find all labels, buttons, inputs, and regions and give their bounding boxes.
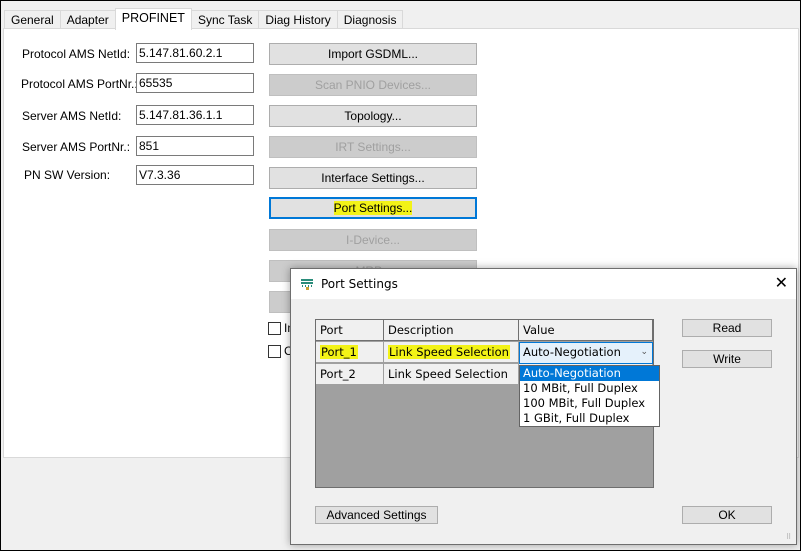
link-speed-dropdown: Auto-Negotiation 10 MBit, Full Duplex 10… bbox=[519, 365, 660, 427]
table-row-port-cell[interactable]: Port_1 bbox=[316, 342, 384, 363]
window-frame: General Adapter PROFINET Sync Task Diag … bbox=[0, 0, 801, 551]
resize-grip-icon[interactable]: ⠿ bbox=[786, 534, 794, 542]
import-gsdml-button[interactable]: Import GSDML... bbox=[269, 43, 477, 65]
tab-general[interactable]: General bbox=[4, 10, 61, 29]
ok-button[interactable]: OK bbox=[682, 506, 772, 524]
port-settings-label: Port Settings... bbox=[333, 201, 413, 215]
tab-profinet[interactable]: PROFINET bbox=[114, 8, 192, 30]
option-auto-negotiation[interactable]: Auto-Negotiation bbox=[520, 366, 659, 381]
write-button[interactable]: Write bbox=[682, 350, 772, 368]
pn-sw-version-field: V7.3.36 bbox=[136, 165, 254, 185]
advanced-settings-button[interactable]: Advanced Settings bbox=[315, 506, 438, 524]
table-row-port-cell[interactable]: Port_2 bbox=[316, 364, 384, 385]
pn-sw-version-label: PN SW Version: bbox=[24, 168, 111, 182]
port-1-label: Port_1 bbox=[320, 345, 358, 359]
port-settings-button[interactable]: Port Settings... bbox=[269, 197, 477, 219]
chevron-down-icon[interactable]: ⌄ bbox=[640, 343, 648, 362]
column-header-description[interactable]: Description bbox=[384, 320, 519, 341]
server-ams-portnr-label: Server AMS PortNr.: bbox=[22, 140, 131, 154]
scan-pnio-devices-button[interactable]: Scan PNIO Devices... bbox=[269, 74, 477, 96]
dialog-title-bar[interactable]: Port Settings ✕ bbox=[291, 269, 796, 299]
server-ams-portnr-field[interactable]: 851 bbox=[136, 136, 254, 156]
tab-diagnosis[interactable]: Diagnosis bbox=[336, 10, 404, 29]
close-icon[interactable]: ✕ bbox=[775, 275, 788, 291]
tab-adapter[interactable]: Adapter bbox=[59, 10, 116, 29]
protocol-ams-portnr-label: Protocol AMS PortNr.: bbox=[21, 77, 138, 91]
option-100mbit-full-duplex[interactable]: 100 MBit, Full Duplex bbox=[520, 396, 659, 411]
port-1-description: Link Speed Selection bbox=[388, 345, 510, 359]
table-row-description-cell[interactable]: Link Speed Selection bbox=[384, 342, 519, 363]
link-speed-combo[interactable]: Auto-Negotiation ⌄ bbox=[519, 342, 653, 364]
read-button[interactable]: Read bbox=[682, 319, 772, 337]
checkbox-1[interactable] bbox=[268, 322, 281, 335]
option-10mbit-full-duplex[interactable]: 10 MBit, Full Duplex bbox=[520, 381, 659, 396]
i-device-button[interactable]: I-Device... bbox=[269, 229, 477, 251]
port-settings-dialog: Port Settings ✕ Port Description Value P… bbox=[290, 268, 797, 545]
column-header-value[interactable]: Value bbox=[519, 320, 653, 341]
network-ports-icon bbox=[301, 279, 313, 290]
server-ams-netid-label: Server AMS NetId: bbox=[22, 109, 122, 123]
table-row-description-cell[interactable]: Link Speed Selection bbox=[384, 364, 519, 385]
tab-bar: General Adapter PROFINET Sync Task Diag … bbox=[4, 8, 404, 30]
tab-sync-task[interactable]: Sync Task bbox=[190, 10, 260, 29]
column-header-port[interactable]: Port bbox=[316, 320, 384, 341]
dialog-title: Port Settings bbox=[321, 277, 398, 291]
server-ams-netid-field[interactable]: 5.147.81.36.1.1 bbox=[136, 105, 254, 125]
checkbox-2[interactable] bbox=[268, 345, 281, 358]
interface-settings-button[interactable]: Interface Settings... bbox=[269, 167, 477, 189]
protocol-ams-netid-label: Protocol AMS NetId: bbox=[22, 47, 131, 61]
topology-button[interactable]: Topology... bbox=[269, 105, 477, 127]
link-speed-value: Auto-Negotiation bbox=[523, 345, 621, 359]
option-1gbit-full-duplex[interactable]: 1 GBit, Full Duplex bbox=[520, 411, 659, 426]
protocol-ams-portnr-field[interactable]: 65535 bbox=[136, 73, 254, 93]
protocol-ams-netid-field[interactable]: 5.147.81.60.2.1 bbox=[136, 43, 254, 63]
irt-settings-button[interactable]: IRT Settings... bbox=[269, 136, 477, 158]
tab-diag-history[interactable]: Diag History bbox=[258, 10, 338, 29]
